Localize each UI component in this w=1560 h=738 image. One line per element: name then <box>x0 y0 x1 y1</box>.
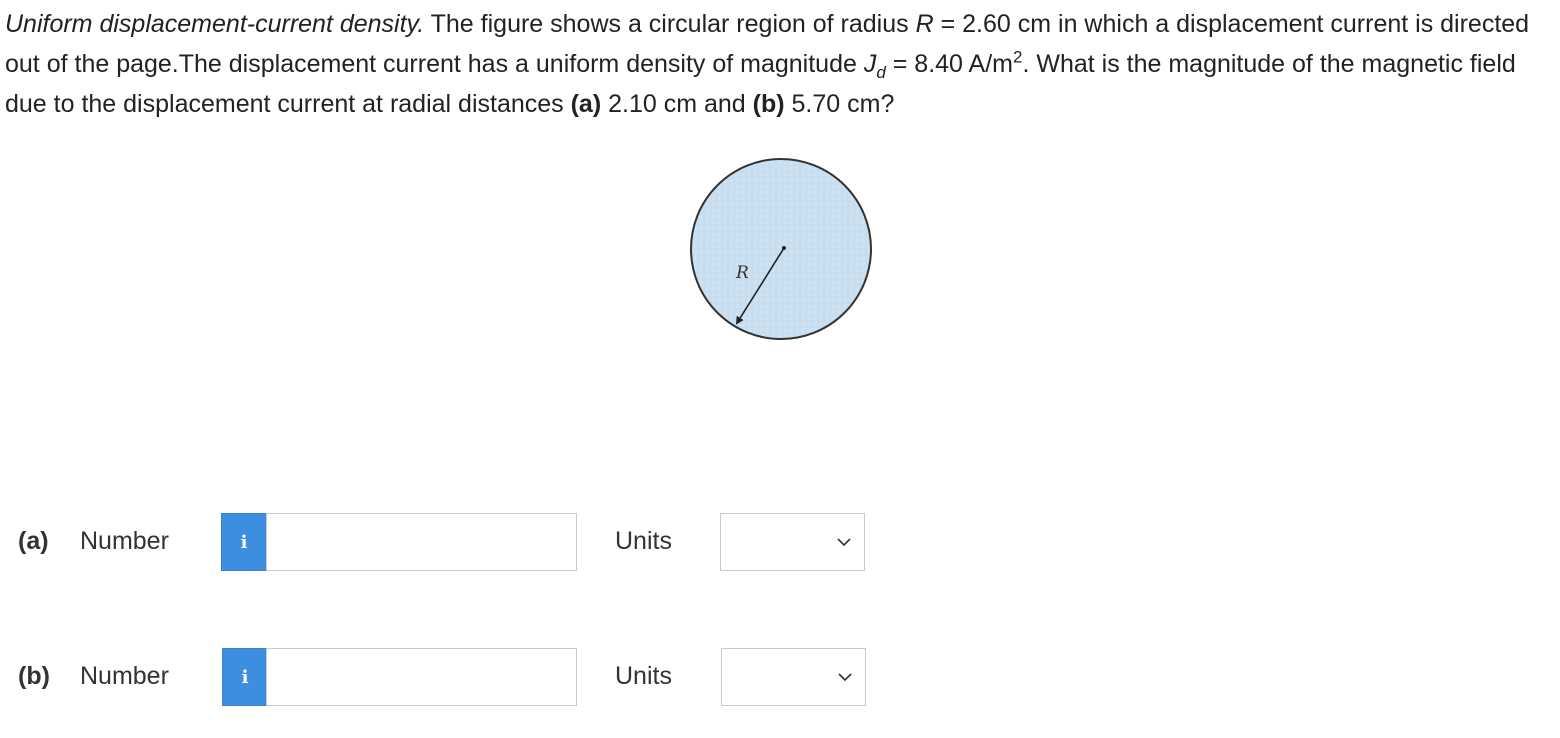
circle-diagram: R <box>690 158 872 340</box>
units-label-a: Units <box>615 527 672 555</box>
problem-text: 2.10 cm and <box>601 90 753 118</box>
info-icon[interactable]: i <box>222 648 268 706</box>
problem-text: 5.70 cm? <box>784 90 895 118</box>
problem-text: The figure shows a circular region of ra… <box>424 10 916 38</box>
problem-text: = 8.40 A/m <box>885 50 1013 78</box>
variable-R: R <box>915 10 934 38</box>
problem-statement: Uniform displacement-current density. Th… <box>5 4 1555 124</box>
units-select-b[interactable] <box>721 648 866 706</box>
part-label-b: (b) <box>18 662 50 690</box>
number-label-b: Number <box>80 662 169 690</box>
number-input-b[interactable] <box>266 648 577 706</box>
number-input-a[interactable] <box>266 513 577 571</box>
answer-row-b: (b) Number i Units <box>0 648 900 708</box>
answer-row-a: (a) Number i Units <box>0 513 900 573</box>
info-icon-glyph: i <box>241 666 249 688</box>
info-icon-glyph: i <box>240 531 248 553</box>
part-b-ref: (b) <box>752 90 785 118</box>
units-select-a[interactable] <box>720 513 865 571</box>
units-label-b: Units <box>615 662 672 690</box>
info-icon[interactable]: i <box>221 513 267 571</box>
part-a-ref: (a) <box>570 90 602 118</box>
part-label-a: (a) <box>18 527 49 555</box>
circle-region <box>690 158 872 340</box>
subscript-d: d <box>876 63 886 82</box>
variable-J: J <box>863 50 877 78</box>
circular-region-figure: R <box>688 156 874 342</box>
radius-label: R <box>735 263 749 283</box>
number-label-a: Number <box>80 527 169 555</box>
problem-lead: Uniform displacement-current density. <box>5 10 425 38</box>
chevron-down-icon <box>838 673 852 682</box>
chevron-down-icon <box>837 538 851 547</box>
